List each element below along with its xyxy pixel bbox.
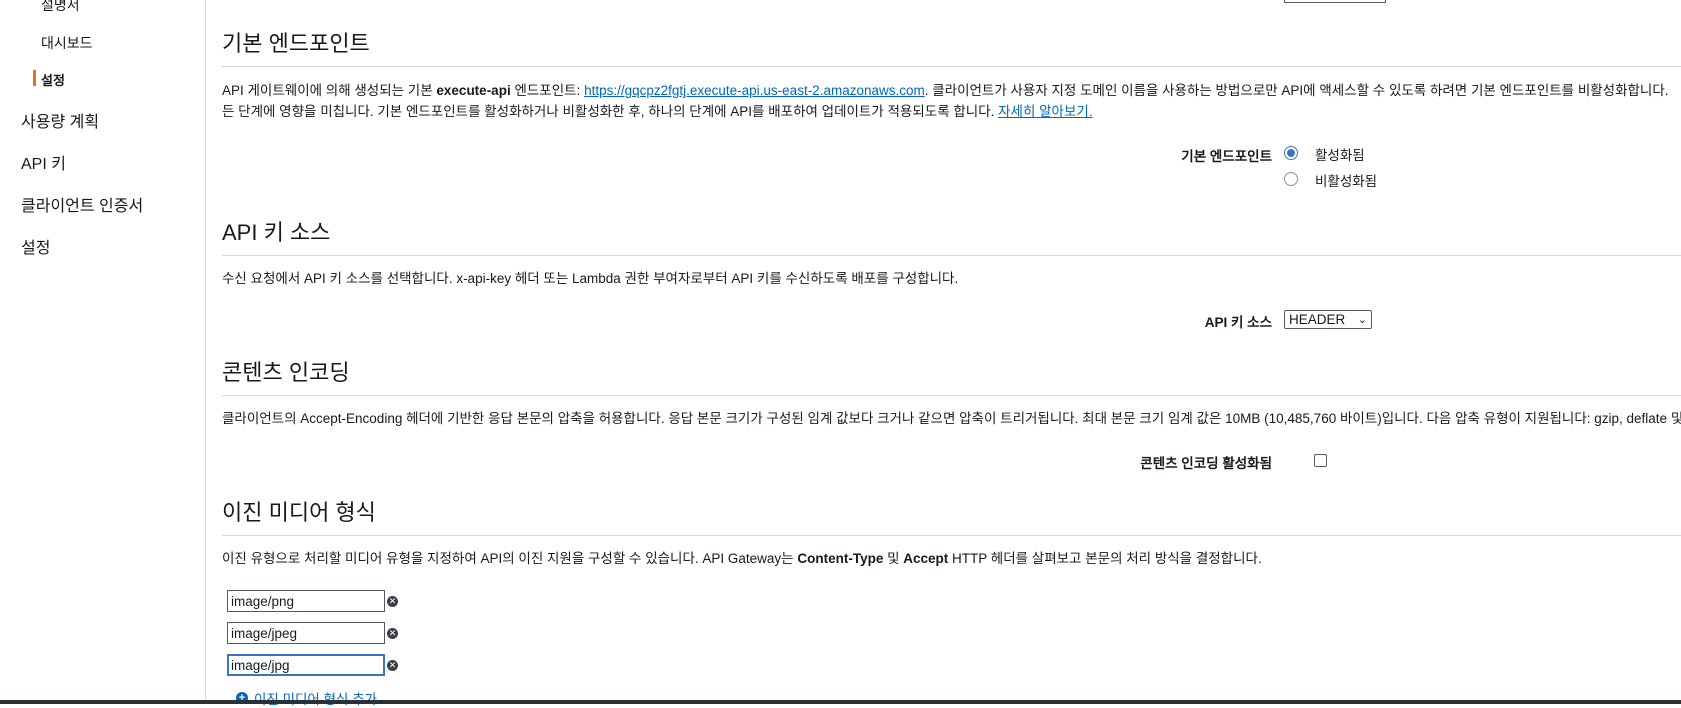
main-content: 기본 엔드포인트 API 게이트웨이에 의해 생성되는 기본 execute-a…: [222, 0, 1681, 707]
binary-media-input[interactable]: [227, 590, 385, 612]
sidebar-item-client-certificates[interactable]: 클라이언트 인증서: [21, 192, 143, 216]
sidebar-item-docs[interactable]: 설명서: [41, 0, 80, 15]
desc-text: HTTP 헤더를 살펴보고 본문의 처리 방식을 결정합니다.: [948, 551, 1262, 566]
section-title-api-key-source: API 키 소스: [222, 215, 1681, 256]
radio-enabled[interactable]: [1284, 146, 1298, 160]
default-endpoint-description-line2: 든 단계에 영향을 미칩니다. 기본 엔드포인트를 활성화하거나 비활성화한 후…: [222, 101, 1093, 122]
api-key-source-label: API 키 소스: [1204, 315, 1272, 330]
partial-control: [1284, 0, 1386, 3]
chevron-down-icon: ⌄: [1357, 314, 1367, 326]
api-key-source-description: 수신 요청에서 API 키 소스를 선택합니다. x-api-key 헤더 또는…: [222, 271, 959, 286]
desc-bold: execute-api: [436, 83, 511, 98]
content-encoding-checkbox[interactable]: [1314, 454, 1327, 467]
learn-more-link[interactable]: 자세히 알아보기.: [998, 104, 1092, 119]
binary-media-input[interactable]: [227, 622, 385, 644]
default-endpoint-label: 기본 엔드포인트: [1181, 149, 1272, 164]
section-title-binary-media: 이진 미디어 형식: [222, 495, 1681, 536]
desc-text: 및: [883, 551, 904, 566]
default-endpoint-description: API 게이트웨이에 의해 생성되는 기본 execute-api 엔드포인트:…: [222, 80, 1669, 101]
sidebar-item-usage-plans[interactable]: 사용량 계획: [21, 108, 99, 132]
binary-media-input[interactable]: [227, 654, 385, 676]
content-encoding-description: 클라이언트의 Accept-Encoding 헤더에 기반한 응답 본문의 압축…: [222, 411, 1681, 426]
endpoint-url-link[interactable]: https://gqcpz2fgtj.execute-api.us-east-2…: [584, 83, 925, 98]
sidebar: 설명서 대시보드 설정 사용량 계획 API 키 클라이언트 인증서 설정: [0, 0, 206, 704]
desc-text: 엔드포인트:: [510, 83, 585, 98]
add-binary-media-button[interactable]: + 이진 미디어 형식 추가: [236, 688, 377, 708]
sidebar-item-api-keys[interactable]: API 키: [21, 150, 66, 174]
section-title-content-encoding: 콘텐츠 인코딩: [222, 355, 1681, 396]
remove-icon[interactable]: ✕: [387, 628, 398, 639]
binary-media-description: 이진 유형으로 처리할 미디어 유형을 지정하여 API의 이진 지원을 구성할…: [222, 548, 1262, 569]
remove-icon[interactable]: ✕: [387, 660, 398, 671]
radio-disabled-label: 비활성화됨: [1315, 174, 1378, 189]
select-value: HEADER: [1289, 312, 1346, 327]
desc-bold: Content-Type: [797, 551, 884, 566]
radio-disabled[interactable]: [1284, 172, 1298, 186]
desc-text: API 게이트웨이에 의해 생성되는 기본: [222, 83, 437, 98]
section-title-default-endpoint: 기본 엔드포인트: [222, 26, 1681, 67]
active-indicator: [33, 70, 36, 86]
content-encoding-label: 콘텐츠 인코딩 활성화됨: [1140, 456, 1272, 471]
sidebar-item-settings[interactable]: 설정: [21, 234, 50, 258]
desc-text: 이진 유형으로 처리할 미디어 유형을 지정하여 API의 이진 지원을 구성할…: [222, 551, 798, 566]
radio-enabled-label: 활성화됨: [1315, 148, 1365, 163]
api-key-source-select[interactable]: HEADER ⌄: [1284, 310, 1372, 329]
desc-bold: Accept: [903, 551, 949, 566]
add-binary-media-label: 이진 미디어 형식 추가: [254, 688, 377, 708]
sidebar-item-dashboard[interactable]: 대시보드: [41, 33, 93, 53]
bottom-bar: [0, 700, 1681, 704]
desc-text: . 클라이언트가 사용자 지정 도메인 이름을 사용하는 방법으로만 API에 …: [924, 83, 1669, 98]
sidebar-item-settings-active[interactable]: 설정: [41, 70, 65, 89]
desc-text: 든 단계에 영향을 미칩니다. 기본 엔드포인트를 활성화하거나 비활성화한 후…: [222, 104, 999, 119]
remove-icon[interactable]: ✕: [387, 596, 398, 607]
